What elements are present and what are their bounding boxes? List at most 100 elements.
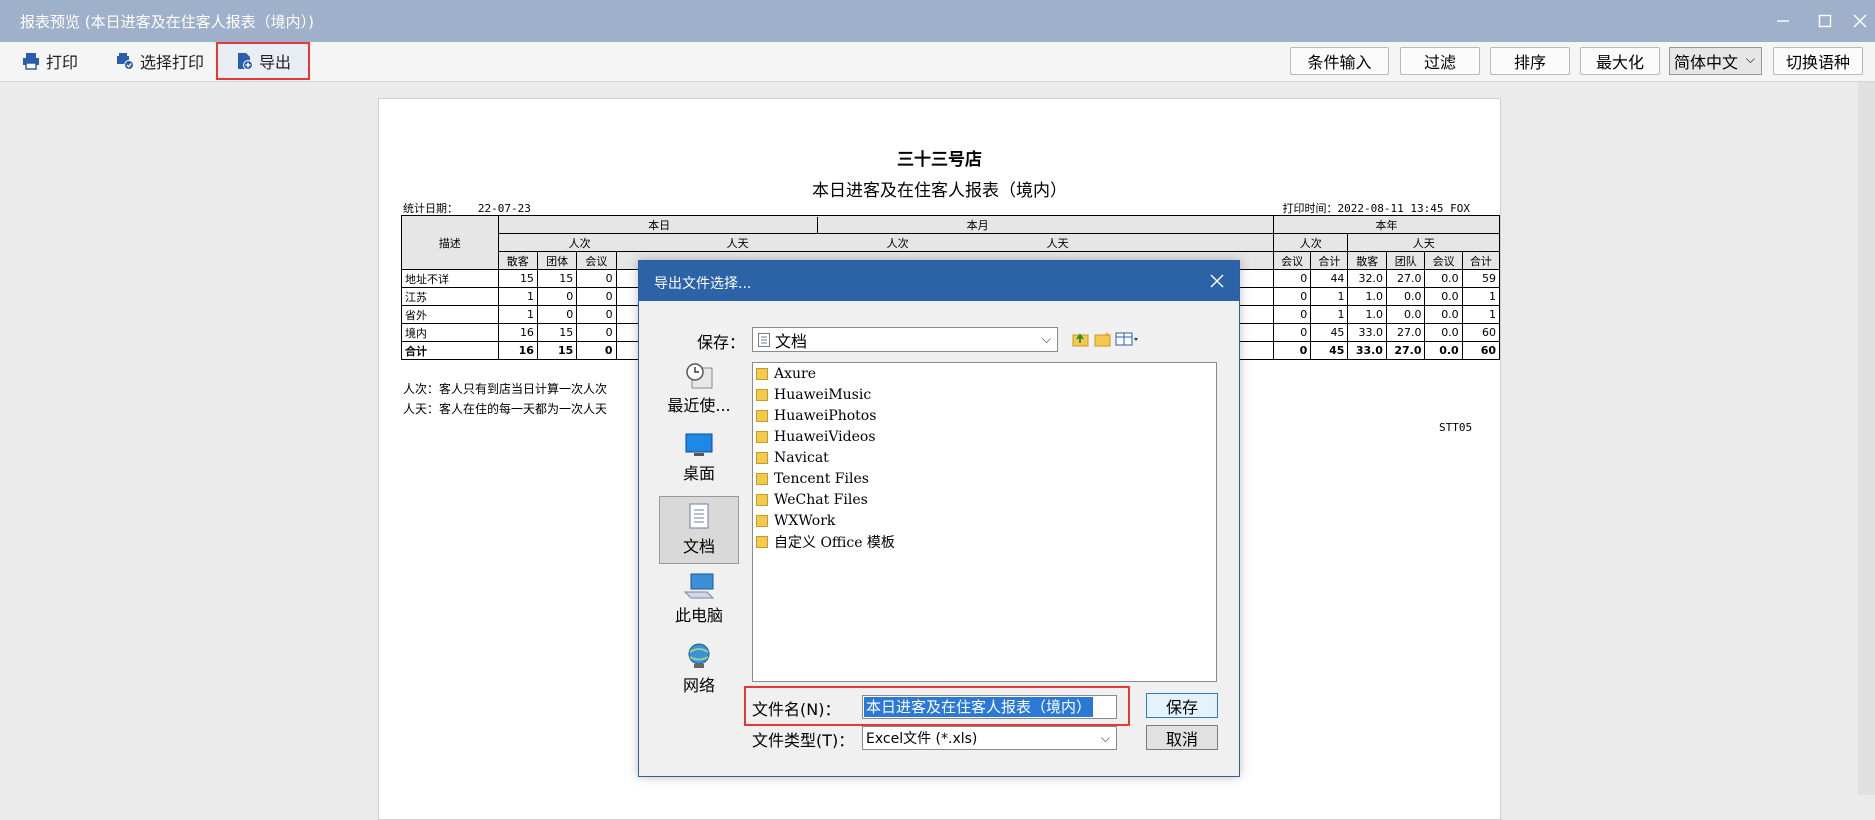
table-cell: 15 <box>536 269 578 288</box>
sub-header: 合计 <box>1310 251 1349 270</box>
maximize-icon[interactable] <box>1810 8 1840 34</box>
vertical-scrollbar[interactable] <box>1858 82 1875 795</box>
sub-header: 团体 <box>536 251 578 270</box>
filetype-label: 文件类型(T)： <box>752 731 855 750</box>
export-file-dialog: 导出文件选择... 保存： 文档 ⌵ 最近使... 桌面 文档 此电脑 网络 A… <box>638 260 1240 777</box>
view-menu-icon[interactable] <box>1115 331 1139 351</box>
stat-date-value: 22-07-23 <box>477 202 531 215</box>
folder-icon <box>756 410 768 422</box>
table-cell: 境内 <box>401 323 499 342</box>
filter-button[interactable]: 过滤 <box>1400 47 1480 75</box>
table-cell: 1 <box>497 305 538 324</box>
table-cell: 60 <box>1461 341 1501 360</box>
chevron-down-icon: ⌵ <box>1100 731 1110 745</box>
table-cell: 0.0 <box>1424 305 1463 324</box>
folder-item[interactable]: WXWork <box>756 511 835 531</box>
table-cell: 0.0 <box>1424 269 1463 288</box>
folder-item[interactable]: HuaweiVideos <box>756 427 876 447</box>
maximize-button[interactable]: 最大化 <box>1580 47 1660 75</box>
dialog-close-icon[interactable] <box>1205 269 1229 293</box>
folder-item[interactable]: Axure <box>756 364 816 384</box>
filetype-select[interactable]: Excel文件 (*.xls) ⌵ <box>862 726 1117 750</box>
year-header: 本年 <box>1273 215 1500 234</box>
place-this-pc-label: 此电脑 <box>674 606 723 625</box>
place-desktop[interactable]: 桌面 <box>659 426 739 494</box>
table-cell: 60 <box>1461 323 1501 342</box>
save-button[interactable]: 保存 <box>1146 693 1218 718</box>
report-code: STT05 <box>1439 421 1473 434</box>
table-cell: 省外 <box>401 305 499 324</box>
sub-header: 散客 <box>1347 251 1387 270</box>
place-desktop-label: 桌面 <box>682 464 715 483</box>
new-folder-icon[interactable] <box>1094 331 1112 351</box>
folder-item[interactable]: WeChat Files <box>756 490 868 510</box>
cancel-button[interactable]: 取消 <box>1146 725 1218 750</box>
folder-icon <box>756 368 768 380</box>
export-label: 导出 <box>258 53 291 72</box>
save-in-value: 文档 <box>775 331 808 351</box>
folder-item[interactable]: Tencent Files <box>756 469 869 489</box>
table-cell: 15 <box>536 341 578 360</box>
sub-header: 会议 <box>576 251 617 270</box>
folder-item[interactable]: HuaweiMusic <box>756 385 871 405</box>
table-cell: 45 <box>1310 323 1349 342</box>
visits-nights-header-left: 人次 人天 人次 人天 <box>497 233 1275 252</box>
place-network-label: 网络 <box>682 676 715 695</box>
export-icon <box>237 53 253 70</box>
table-cell: 1 <box>1461 287 1501 306</box>
language-select[interactable]: 简体中文 ⌵ <box>1669 47 1762 75</box>
folder-icon <box>756 473 768 485</box>
table-cell: 27.0 <box>1385 341 1426 360</box>
stat-date: 统计日期： 22-07-23 <box>403 200 531 216</box>
switch-language-button[interactable]: 切换语种 <box>1773 47 1863 75</box>
export-button[interactable]: 导出 <box>216 42 310 80</box>
folder-item[interactable]: 自定义 Office 模板 <box>756 532 895 552</box>
table-cell: 16 <box>497 341 538 360</box>
minimize-icon[interactable] <box>1768 8 1798 34</box>
note-visits: 人次：客人只有到店当日计算一次人次 <box>403 382 608 396</box>
desc-header: 描述 <box>401 215 499 270</box>
table-cell: 0.0 <box>1424 323 1463 342</box>
stat-date-label: 统计日期： <box>403 202 458 215</box>
sub-header: 会议 <box>1272 251 1312 270</box>
up-folder-icon[interactable] <box>1072 331 1090 351</box>
print-time: 打印时间：2022-08-11 13:45 FOX <box>1282 202 1470 215</box>
condition-input-button[interactable]: 条件输入 <box>1290 47 1389 75</box>
table-cell: 江苏 <box>401 287 499 306</box>
table-cell: 0 <box>576 269 617 288</box>
table-cell: 地址不详 <box>401 269 499 288</box>
select-print-button[interactable]: 选择打印 <box>116 48 204 74</box>
table-cell: 1.0 <box>1347 305 1387 324</box>
table-cell: 0 <box>1272 305 1312 324</box>
table-cell: 1 <box>1310 287 1349 306</box>
place-network[interactable]: 网络 <box>659 636 739 704</box>
folder-icon <box>756 431 768 443</box>
place-this-pc[interactable]: 此电脑 <box>659 566 739 634</box>
filename-value: 本日进客及在住客人报表（境内） <box>864 697 1094 717</box>
table-cell: 0.0 <box>1385 287 1426 306</box>
sub-header: 散客 <box>497 251 538 270</box>
print-button[interactable]: 打印 <box>22 48 78 74</box>
filetype-value: Excel文件 (*.xls) <box>866 731 978 747</box>
recent-clock-icon <box>686 363 713 389</box>
file-list: Axure HuaweiMusic HuaweiPhotos HuaweiVid… <box>752 362 1217 682</box>
filename-input[interactable]: 本日进客及在住客人报表（境内） <box>862 695 1117 719</box>
close-icon[interactable] <box>1845 8 1875 34</box>
folder-item[interactable]: Navicat <box>756 448 829 468</box>
table-cell: 33.0 <box>1347 323 1387 342</box>
table-cell: 15 <box>497 269 538 288</box>
language-value: 简体中文 <box>1674 53 1739 72</box>
table-cell: 0 <box>1272 269 1312 288</box>
place-recent[interactable]: 最近使... <box>659 356 739 424</box>
folder-item[interactable]: HuaweiPhotos <box>756 406 876 426</box>
table-cell: 0 <box>1272 287 1312 306</box>
table-cell: 0.0 <box>1424 341 1463 360</box>
sort-button[interactable]: 排序 <box>1490 47 1570 75</box>
table-cell: 0 <box>1272 323 1312 342</box>
window-title-bar: 报表预览 (本日进客及在住客人报表（境内）) <box>0 0 1875 42</box>
place-documents[interactable]: 文档 <box>659 496 739 564</box>
table-cell: 0 <box>1272 341 1312 360</box>
place-documents-label: 文档 <box>682 537 715 556</box>
save-in-select[interactable]: 文档 ⌵ <box>752 327 1058 352</box>
save-in-label: 保存： <box>697 333 746 352</box>
